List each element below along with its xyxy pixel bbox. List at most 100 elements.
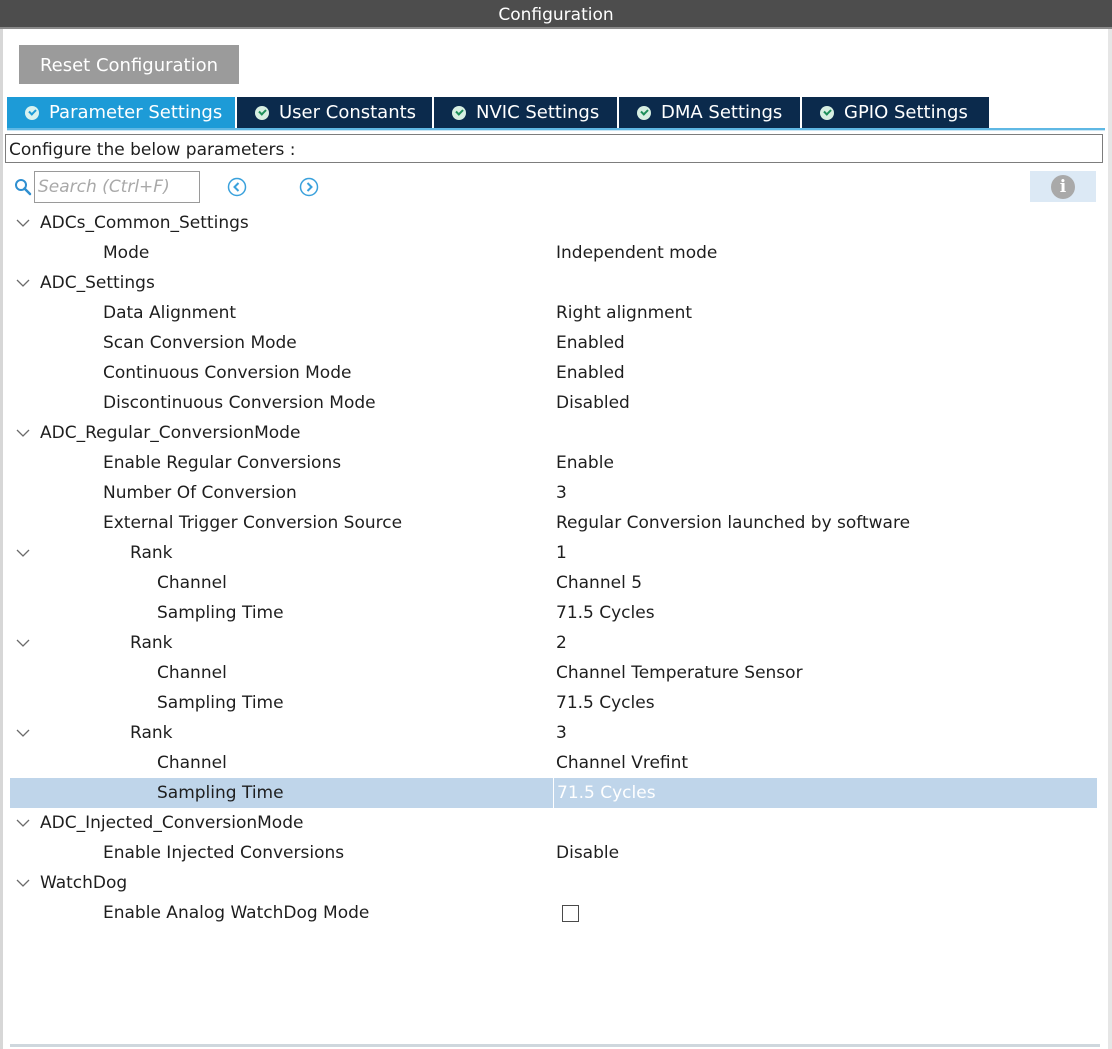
- param-row-external-trigger-source[interactable]: External Trigger Conversion Source Regul…: [10, 508, 1097, 538]
- param-value[interactable]: 71.5 Cycles: [556, 688, 655, 718]
- rank-row-3[interactable]: Rank 3: [10, 718, 1097, 748]
- description-text: Configure the below parameters :: [5, 134, 1103, 163]
- param-value[interactable]: 3: [556, 478, 567, 508]
- window-title: Configuration: [0, 0, 1112, 29]
- param-value[interactable]: Regular Conversion launched by software: [556, 508, 910, 538]
- param-label: Number Of Conversion: [103, 483, 297, 503]
- param-row-discontinuous-conversion-mode[interactable]: Discontinuous Conversion Mode Disabled: [10, 388, 1097, 418]
- group-adcs-common-settings[interactable]: ADCs_Common_Settings: [10, 208, 1097, 238]
- tab-label: NVIC Settings: [476, 102, 600, 123]
- param-value[interactable]: Channel 5: [556, 568, 642, 598]
- rank-label: Rank: [130, 543, 173, 563]
- param-value[interactable]: 71.5 Cycles: [556, 598, 655, 628]
- param-label: Discontinuous Conversion Mode: [103, 393, 376, 413]
- rank-label: Rank: [130, 633, 173, 653]
- param-value[interactable]: Channel Temperature Sensor: [556, 658, 803, 688]
- param-row-rank3-channel[interactable]: Channel Channel Vrefint: [10, 748, 1097, 778]
- param-value[interactable]: Enabled: [556, 358, 625, 388]
- group-label: ADC_Injected_ConversionMode: [40, 813, 304, 833]
- group-adc-injected-conversionmode[interactable]: ADC_Injected_ConversionMode: [10, 808, 1097, 838]
- tab-label: GPIO Settings: [844, 102, 968, 123]
- arrow-right-circle-icon[interactable]: [299, 177, 319, 197]
- tab-underline-shadow: [7, 130, 1105, 131]
- tab-user-constants[interactable]: User Constants: [237, 97, 434, 128]
- group-watchdog[interactable]: WatchDog: [10, 868, 1097, 898]
- param-value[interactable]: Independent mode: [556, 238, 717, 268]
- check-circle-icon: [820, 105, 834, 120]
- info-button[interactable]: i: [1030, 171, 1096, 202]
- chevron-down-icon[interactable]: [15, 218, 31, 228]
- param-value[interactable]: Disabled: [556, 388, 630, 418]
- check-circle-icon: [637, 105, 651, 120]
- check-circle-icon: [255, 105, 269, 120]
- param-label: Mode: [103, 243, 150, 263]
- param-row-rank1-sampling-time[interactable]: Sampling Time 71.5 Cycles: [10, 598, 1097, 628]
- group-label: ADC_Regular_ConversionMode: [40, 423, 301, 443]
- tab-gpio-settings[interactable]: GPIO Settings: [802, 97, 989, 128]
- rank-row-1[interactable]: Rank 1: [10, 538, 1097, 568]
- group-label: ADCs_Common_Settings: [40, 213, 249, 233]
- param-value[interactable]: 71.5 Cycles: [553, 778, 656, 808]
- check-circle-icon: [25, 105, 39, 120]
- param-row-rank2-sampling-time[interactable]: Sampling Time 71.5 Cycles: [10, 688, 1097, 718]
- tab-label: User Constants: [279, 102, 417, 123]
- param-value[interactable]: Right alignment: [556, 298, 692, 328]
- param-row-rank3-sampling-time[interactable]: Sampling Time 71.5 Cycles: [10, 778, 1097, 808]
- search-input[interactable]: [34, 171, 200, 203]
- param-label: Channel: [157, 753, 227, 773]
- param-label: Enable Injected Conversions: [103, 843, 345, 863]
- group-label: WatchDog: [40, 873, 128, 893]
- param-value[interactable]: Channel Vrefint: [556, 748, 688, 778]
- rank-value: 2: [556, 633, 567, 653]
- param-row-enable-regular-conversions[interactable]: Enable Regular Conversions Enable: [10, 448, 1097, 478]
- rank-row-2[interactable]: Rank 2: [10, 628, 1097, 658]
- param-row-scan-conversion-mode[interactable]: Scan Conversion Mode Enabled: [10, 328, 1097, 358]
- param-label: Channel: [157, 573, 227, 593]
- param-row-continuous-conversion-mode[interactable]: Continuous Conversion Mode Enabled: [10, 358, 1097, 388]
- reset-configuration-button[interactable]: Reset Configuration: [19, 45, 239, 84]
- right-border: [1108, 29, 1112, 1049]
- horizontal-scrollbar[interactable]: [10, 1044, 1100, 1047]
- param-value[interactable]: Enable: [556, 448, 614, 478]
- tab-nvic-settings[interactable]: NVIC Settings: [434, 97, 619, 128]
- param-label: Sampling Time: [157, 603, 284, 623]
- param-label: External Trigger Conversion Source: [103, 513, 403, 533]
- tab-label: DMA Settings: [661, 102, 783, 123]
- info-icon: i: [1051, 175, 1075, 199]
- chevron-down-icon[interactable]: [15, 638, 31, 648]
- rank-value: 1: [556, 543, 567, 563]
- arrow-left-circle-icon[interactable]: [227, 177, 247, 197]
- rank-label: Rank: [130, 723, 173, 743]
- chevron-down-icon[interactable]: [15, 428, 31, 438]
- parameter-tree: ADCs_Common_Settings Mode Independent mo…: [10, 208, 1097, 928]
- group-adc-settings[interactable]: ADC_Settings: [10, 268, 1097, 298]
- param-row-rank2-channel[interactable]: Channel Channel Temperature Sensor: [10, 658, 1097, 688]
- left-border: [0, 29, 3, 1049]
- param-row-enable-injected-conversions[interactable]: Enable Injected Conversions Disable: [10, 838, 1097, 868]
- tab-parameter-settings[interactable]: Parameter Settings: [7, 97, 237, 128]
- param-row-number-of-conversion[interactable]: Number Of Conversion 3: [10, 478, 1097, 508]
- chevron-down-icon[interactable]: [15, 878, 31, 888]
- tab-dma-settings[interactable]: DMA Settings: [619, 97, 802, 128]
- chevron-down-icon[interactable]: [15, 548, 31, 558]
- param-label: Sampling Time: [157, 783, 284, 803]
- chevron-down-icon[interactable]: [15, 818, 31, 828]
- group-adc-regular-conversionmode[interactable]: ADC_Regular_ConversionMode: [10, 418, 1097, 448]
- param-label: Continuous Conversion Mode: [103, 363, 352, 383]
- search-icon[interactable]: [14, 178, 32, 196]
- param-row-mode[interactable]: Mode Independent mode: [10, 238, 1097, 268]
- tab-label: Parameter Settings: [49, 102, 223, 123]
- chevron-down-icon[interactable]: [15, 278, 31, 288]
- param-label: Enable Analog WatchDog Mode: [103, 903, 370, 923]
- param-row-enable-analog-watchdog[interactable]: Enable Analog WatchDog Mode: [10, 898, 1097, 928]
- param-row-rank1-channel[interactable]: Channel Channel 5: [10, 568, 1097, 598]
- param-label: Enable Regular Conversions: [103, 453, 342, 473]
- param-label: Scan Conversion Mode: [103, 333, 297, 353]
- param-value[interactable]: Disable: [556, 838, 619, 868]
- param-value[interactable]: Enabled: [556, 328, 625, 358]
- param-row-data-alignment[interactable]: Data Alignment Right alignment: [10, 298, 1097, 328]
- check-circle-icon: [452, 105, 466, 120]
- enable-analog-watchdog-checkbox[interactable]: [562, 905, 579, 922]
- rank-value: 3: [556, 723, 567, 743]
- chevron-down-icon[interactable]: [15, 728, 31, 738]
